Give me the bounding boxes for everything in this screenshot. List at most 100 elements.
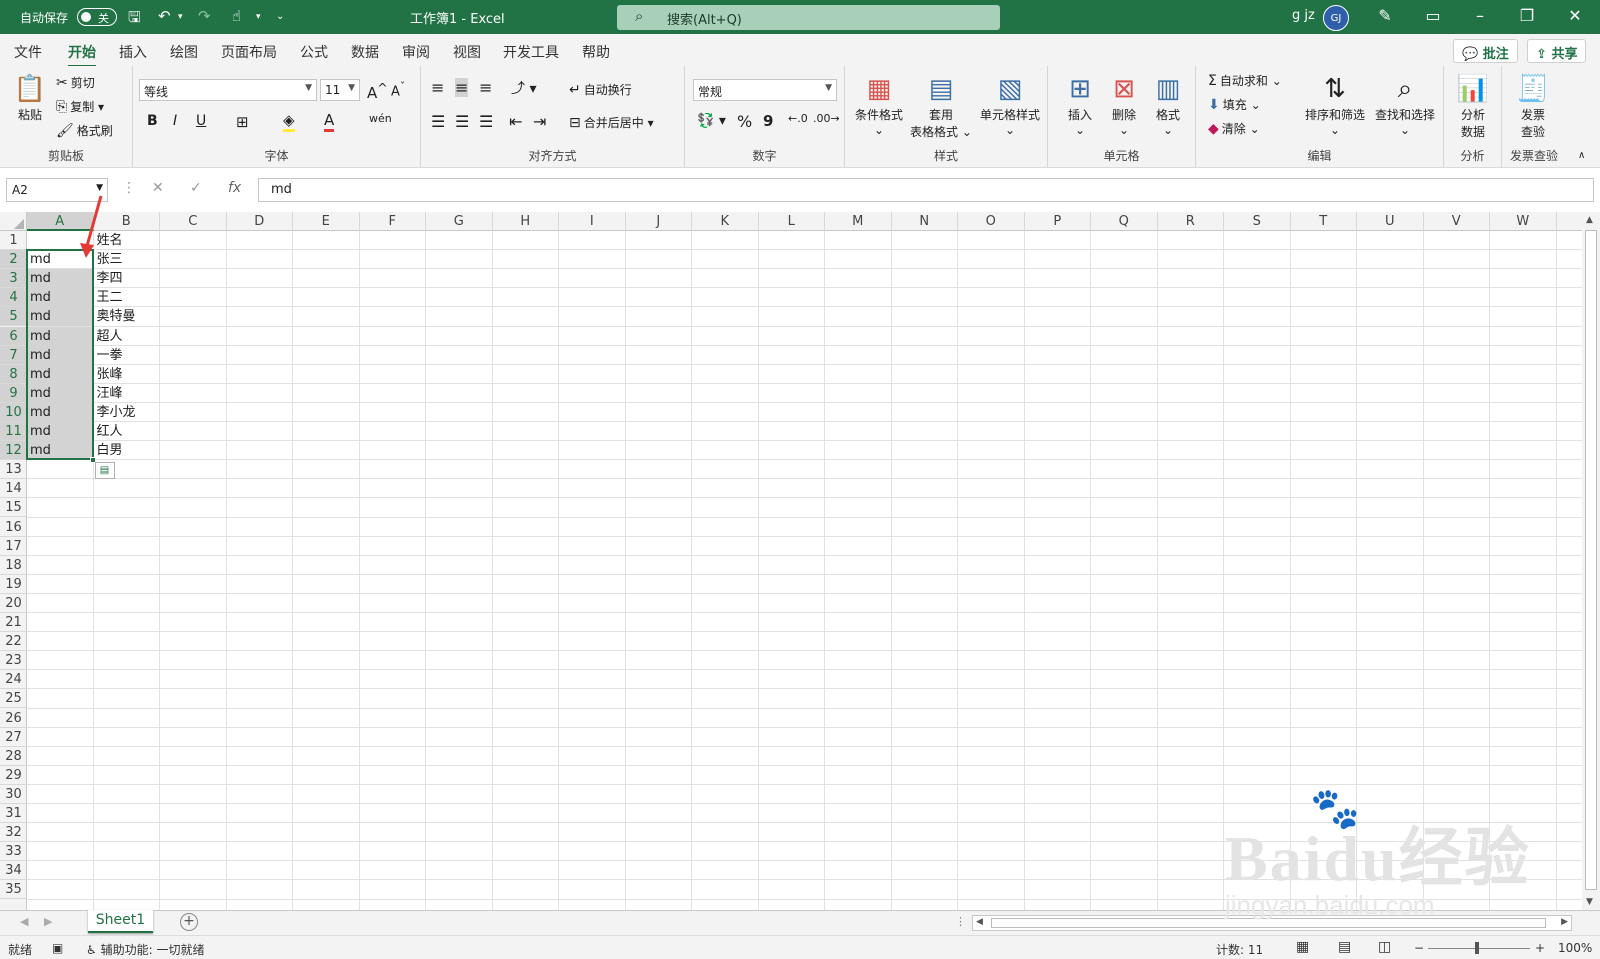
row-header-10[interactable]: 10 [0, 402, 27, 422]
row-header-25[interactable]: 25 [0, 689, 27, 709]
bold-button[interactable]: B [147, 113, 158, 129]
column-header-b[interactable]: B [94, 212, 160, 231]
scroll-down-icon[interactable]: ▼ [1586, 897, 1593, 907]
align-center-icon[interactable]: ☰ [455, 112, 469, 131]
analyze-data-button[interactable]: 📊 分析 数据 [1450, 72, 1496, 140]
currency-icon[interactable]: 💱 ▾ [697, 113, 726, 129]
row-header-28[interactable]: 28 [0, 747, 27, 766]
row-header-29[interactable]: 29 [0, 766, 27, 785]
cell-b11[interactable]: 红人 [94, 422, 160, 441]
column-header-i[interactable]: I [559, 212, 626, 231]
zoom-out-icon[interactable]: − [1414, 941, 1424, 955]
insert-cells-button[interactable]: ⊞ 插入 ⌄ [1060, 72, 1100, 137]
horizontal-scrollbar[interactable]: ◀ ▶ [972, 915, 1572, 931]
column-header-t[interactable]: T [1291, 212, 1357, 231]
page-layout-view-icon[interactable]: ▤ [1338, 939, 1351, 955]
column-header-k[interactable]: K [692, 212, 759, 231]
row-header-15[interactable]: 15 [0, 498, 27, 518]
comma-button[interactable]: 9 [763, 112, 773, 130]
align-middle-icon[interactable]: ≡ [455, 78, 469, 97]
select-all-corner[interactable] [0, 212, 27, 231]
font-name-select[interactable]: 等线 ▼ [139, 79, 317, 101]
row-header-35[interactable]: 35 [0, 880, 27, 900]
column-header-o[interactable]: O [958, 212, 1025, 231]
row-header-31[interactable]: 31 [0, 804, 27, 823]
fill-button[interactable]: ⬇ 填充 ⌄ [1208, 96, 1261, 113]
cell-a1[interactable] [27, 231, 93, 250]
cell-b10[interactable]: 李小龙 [94, 403, 160, 422]
undo-icon[interactable]: ↶ [158, 7, 171, 25]
scroll-up-icon[interactable]: ▲ [1586, 215, 1593, 225]
percent-button[interactable]: % [737, 112, 752, 131]
format-as-table-button[interactable]: ▤ 套用 表格格式 ⌄ [909, 72, 973, 140]
cell-b8[interactable]: 张峰 [94, 365, 160, 384]
row-header-8[interactable]: 8 [0, 364, 27, 384]
orientation-icon[interactable]: ⤴ ▾ [511, 78, 536, 98]
cancel-icon[interactable]: ✕ [152, 180, 164, 196]
quick-analysis-icon[interactable]: ▤ [94, 462, 115, 480]
format-painter-button[interactable]: 🖌 格式刷 [56, 122, 113, 139]
macro-record-icon[interactable]: ▣ [52, 941, 63, 955]
tab-data[interactable]: 数据 [351, 42, 379, 62]
cell-b3[interactable]: 李四 [94, 269, 160, 288]
cell-b1[interactable]: 姓名 [94, 231, 160, 250]
row-header-12[interactable]: 12 [0, 441, 27, 461]
row-header-16[interactable]: 16 [0, 518, 27, 537]
decrease-decimal-icon[interactable]: .00→ [813, 112, 840, 125]
cell-b9[interactable]: 汪峰 [94, 384, 160, 403]
autosave-toggle[interactable]: 关 [77, 8, 117, 26]
copy-button[interactable]: ⎘ 复制 ▾ [56, 98, 104, 115]
cell-b2[interactable]: 张三 [94, 250, 160, 269]
row-header-18[interactable]: 18 [0, 556, 27, 575]
cell-styles-button[interactable]: ▧ 单元格样式 ⌄ [975, 72, 1045, 137]
borders-icon[interactable]: ⊞ [236, 113, 249, 131]
tab-formulas[interactable]: 公式 [300, 42, 328, 62]
align-left-icon[interactable]: ☰ [431, 112, 445, 131]
column-header-u[interactable]: U [1357, 212, 1424, 231]
restore-icon[interactable]: ❐ [1512, 6, 1542, 25]
ribbon-display-icon[interactable]: ▭ [1418, 6, 1448, 25]
cell-b12[interactable]: 白男 [94, 441, 160, 460]
customize-qat-icon[interactable]: ⌄ [276, 11, 284, 22]
name-box[interactable]: A2 ▼ [6, 178, 108, 202]
row-header-34[interactable]: 34 [0, 861, 27, 881]
save-icon[interactable]: 🖫 [128, 7, 141, 32]
paste-button[interactable]: 📋 粘贴 [10, 72, 50, 123]
row-header-4[interactable]: 4 [0, 288, 27, 308]
column-header-w[interactable]: W [1490, 212, 1557, 231]
row-header-24[interactable]: 24 [0, 670, 27, 690]
column-header-j[interactable]: J [626, 212, 692, 231]
sheet-tab-sheet1[interactable]: Sheet1 [88, 910, 153, 933]
column-header-l[interactable]: L [759, 212, 825, 231]
clear-button[interactable]: ◆ 清除 ⌄ [1208, 120, 1260, 137]
phonetic-guide-icon[interactable]: wén [369, 112, 392, 125]
row-header-30[interactable]: 30 [0, 785, 27, 804]
tab-view[interactable]: 视图 [453, 42, 481, 62]
column-header-n[interactable]: N [892, 212, 958, 231]
touch-mode-icon[interactable]: ☝ [232, 7, 241, 25]
row-header-23[interactable]: 23 [0, 651, 27, 671]
row-header-17[interactable]: 17 [0, 537, 27, 556]
cell-b4[interactable]: 王二 [94, 288, 160, 307]
delete-cells-button[interactable]: ⊠ 删除 ⌄ [1104, 72, 1144, 137]
column-header-q[interactable]: Q [1091, 212, 1158, 231]
row-header-2[interactable]: 2 [0, 250, 27, 270]
merge-center-button[interactable]: ⊟ 合并后居中 ▾ [569, 114, 654, 131]
row-header-26[interactable]: 26 [0, 709, 27, 728]
close-icon[interactable]: ✕ [1560, 6, 1590, 25]
row-header-11[interactable]: 11 [0, 422, 27, 441]
zoom-slider[interactable] [1428, 942, 1530, 954]
row-header-5[interactable]: 5 [0, 307, 27, 327]
row-header-21[interactable]: 21 [0, 613, 27, 632]
row-header-33[interactable]: 33 [0, 842, 27, 862]
pen-icon[interactable]: ✎ [1370, 6, 1400, 25]
column-header-f[interactable]: F [360, 212, 426, 231]
conditional-formatting-button[interactable]: ▦ 条件格式 ⌄ [849, 72, 909, 137]
insert-function-icon[interactable]: fx [228, 180, 241, 196]
autosum-button[interactable]: Σ 自动求和 ⌄ [1208, 72, 1282, 89]
row-header-32[interactable]: 32 [0, 823, 27, 843]
comments-button[interactable]: 💬 批注 [1453, 39, 1518, 63]
vertical-scroll-thumb[interactable] [1585, 230, 1597, 890]
row-header-22[interactable]: 22 [0, 632, 27, 652]
search-box[interactable]: ⌕ 搜索(Alt+Q) [617, 5, 1000, 30]
